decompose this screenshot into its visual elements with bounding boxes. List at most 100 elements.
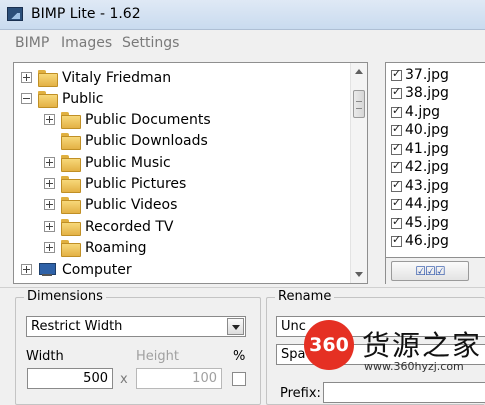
dimensions-title: Dimensions <box>24 289 106 304</box>
menu-images[interactable]: Images <box>61 35 112 51</box>
check-all-button[interactable]: ☑☑☑ <box>391 261 469 281</box>
scroll-down-icon[interactable] <box>355 272 363 277</box>
tree-item-roaming[interactable]: Roaming <box>44 237 147 258</box>
videos-folder-icon <box>61 197 81 214</box>
tree-item-label: Public <box>62 90 104 107</box>
music-folder-icon <box>61 155 81 172</box>
height-label: Height <box>136 349 179 364</box>
chevron-down-icon[interactable] <box>227 318 244 335</box>
file-checkbox[interactable] <box>391 122 402 136</box>
menu-bar: BIMP Images Settings <box>0 31 485 55</box>
file-item[interactable]: 37.jpg <box>391 66 449 84</box>
file-item[interactable]: 44.jpg <box>391 195 449 213</box>
file-item[interactable]: 46.jpg <box>391 232 449 250</box>
file-item[interactable]: 4.jpg <box>391 103 440 121</box>
file-checkbox[interactable] <box>391 141 402 155</box>
scroll-thumb[interactable] <box>353 90 365 118</box>
file-name: 41.jpg <box>405 141 449 157</box>
file-name: 4.jpg <box>405 104 441 120</box>
title-bar[interactable]: BIMP Lite - 1.62 <box>0 0 485 30</box>
menu-settings[interactable]: Settings <box>122 35 179 51</box>
folder-tree[interactable]: Vitaly Friedman Public Public Documents … <box>13 62 368 284</box>
file-item[interactable]: 41.jpg <box>391 140 449 158</box>
folder-icon <box>61 133 81 150</box>
file-checkbox[interactable] <box>391 67 402 81</box>
folder-icon <box>38 91 58 108</box>
tree-item-public-music[interactable]: Public Music <box>44 152 171 173</box>
expand-icon[interactable] <box>44 178 55 189</box>
tree-item-label: Recorded TV <box>85 218 174 235</box>
tree-item-label: Computer <box>62 261 132 278</box>
tree-item-label: Public Documents <box>85 111 211 128</box>
watermark-badge: 360 <box>304 320 354 370</box>
expand-icon[interactable] <box>44 114 55 125</box>
app-icon <box>7 7 23 21</box>
tree-item-label: Public Downloads <box>85 132 208 149</box>
tree-item-recorded-tv[interactable]: Recorded TV <box>44 216 173 237</box>
percent-checkbox[interactable] <box>232 372 246 386</box>
file-toolbar: ☑☑☑ <box>385 258 485 284</box>
expand-icon[interactable] <box>21 72 32 83</box>
file-item[interactable]: 40.jpg <box>391 121 449 139</box>
height-input[interactable]: 100 <box>136 368 222 389</box>
expand-icon[interactable] <box>44 221 55 232</box>
file-checkbox[interactable] <box>391 85 402 99</box>
rename-separator-value: Spa <box>281 347 306 362</box>
file-checkbox[interactable] <box>391 196 402 210</box>
tree-item-public-documents[interactable]: Public Documents <box>44 109 211 130</box>
tree-item-public-downloads[interactable]: Public Downloads <box>44 130 208 151</box>
file-name: 38.jpg <box>405 85 449 101</box>
file-name: 42.jpg <box>405 159 449 175</box>
tree-item-public[interactable]: Public <box>21 88 103 109</box>
tree-item-label: Roaming <box>85 239 147 256</box>
file-name: 44.jpg <box>405 196 449 212</box>
prefix-input[interactable] <box>323 382 485 403</box>
tree-item-label: Vitaly Friedman <box>62 69 172 86</box>
file-checkbox[interactable] <box>391 215 402 229</box>
computer-icon <box>38 262 56 277</box>
rename-mode-value: Unc <box>281 319 306 334</box>
pictures-folder-icon <box>61 176 81 193</box>
file-checkbox[interactable] <box>391 233 402 247</box>
tree-item-public-pictures[interactable]: Public Pictures <box>44 173 186 194</box>
tree-item-computer[interactable]: Computer <box>21 259 132 280</box>
file-name: 45.jpg <box>405 215 449 231</box>
collapse-icon[interactable] <box>21 93 32 104</box>
file-item[interactable]: 38.jpg <box>391 84 449 102</box>
resize-mode-select[interactable]: Restrict Width <box>26 316 246 337</box>
expand-icon[interactable] <box>44 157 55 168</box>
tree-scrollbar[interactable] <box>350 63 367 283</box>
folder-icon <box>61 240 81 257</box>
file-item[interactable]: 42.jpg <box>391 158 449 176</box>
user-folder-icon <box>38 70 58 87</box>
expand-icon[interactable] <box>44 199 55 210</box>
expand-icon[interactable] <box>44 242 55 253</box>
scroll-up-icon[interactable] <box>355 69 363 74</box>
folder-icon <box>61 219 81 236</box>
percent-label: % <box>233 349 246 364</box>
watermark-text: 货源之家 <box>362 329 483 362</box>
tree-item-public-videos[interactable]: Public Videos <box>44 194 177 215</box>
watermark-logo: 360 货源之家 www.360hyzj.com <box>304 320 485 380</box>
file-list[interactable]: 37.jpg 38.jpg 4.jpg 40.jpg 41.jpg 42.jpg… <box>385 62 485 258</box>
divider <box>0 287 485 288</box>
file-name: 37.jpg <box>405 67 449 83</box>
file-name: 43.jpg <box>405 178 449 194</box>
tree-item-vitaly-friedman[interactable]: Vitaly Friedman <box>21 67 171 88</box>
expand-icon[interactable] <box>21 264 32 275</box>
menu-bimp[interactable]: BIMP <box>15 35 49 51</box>
documents-folder-icon <box>61 112 81 129</box>
prefix-label: Prefix: <box>280 386 321 401</box>
window-title: BIMP Lite - 1.62 <box>31 6 141 22</box>
dimension-separator: x <box>120 372 128 387</box>
file-name: 40.jpg <box>405 122 449 138</box>
file-checkbox[interactable] <box>391 104 402 118</box>
file-checkbox[interactable] <box>391 178 402 192</box>
width-label: Width <box>26 349 64 364</box>
file-checkbox[interactable] <box>391 159 402 173</box>
watermark-url: www.360hyzj.com <box>364 360 464 373</box>
file-item[interactable]: 43.jpg <box>391 177 449 195</box>
tree-item-label: Public Videos <box>85 196 178 213</box>
file-item[interactable]: 45.jpg <box>391 214 449 232</box>
width-input[interactable]: 500 <box>27 368 113 389</box>
